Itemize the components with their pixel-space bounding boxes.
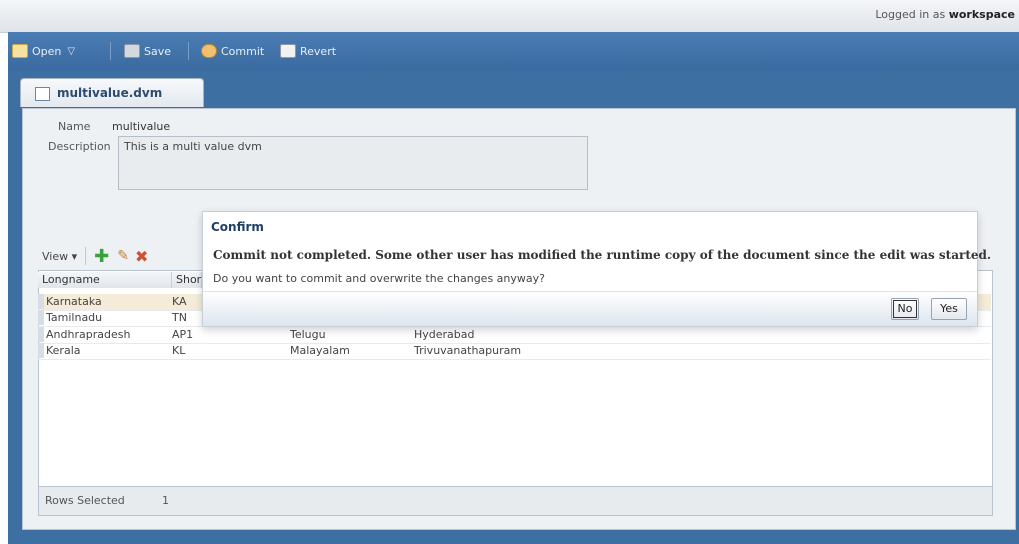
row-handle	[38, 343, 44, 358]
cell-longname: Kerala	[46, 344, 81, 357]
name-label: Name	[58, 120, 91, 133]
main-toolbar: Open ▽ Save Commit Revert	[8, 32, 1019, 70]
edit-icon[interactable]: ✎	[117, 248, 129, 264]
cell-capital: Hyderabad	[414, 328, 475, 341]
dialog-footer: No Yes	[203, 291, 977, 326]
table-icon	[35, 87, 50, 101]
rows-selected-value: 1	[162, 494, 169, 507]
login-user: workspace	[948, 8, 1015, 21]
dialog-question: Do you want to commit and overwrite the …	[213, 272, 545, 285]
yes-button[interactable]: Yes	[931, 298, 967, 320]
toolbar-divider	[85, 247, 87, 265]
table-row[interactable]: Kerala KL Malayalam Trivuvanathapuram	[38, 343, 991, 360]
row-handle	[38, 310, 44, 325]
revert-label: Revert	[300, 44, 337, 58]
dialog-title: Confirm	[211, 220, 264, 234]
cell-longname: Tamilnadu	[46, 311, 103, 324]
view-menu-button[interactable]: View ▾	[42, 250, 77, 263]
no-button[interactable]: No	[891, 298, 919, 320]
folder-icon	[12, 44, 28, 58]
commit-button[interactable]: Commit	[201, 44, 264, 58]
delete-icon[interactable]: ✖	[135, 247, 148, 266]
cell-shortname: AP1	[172, 328, 194, 341]
column-header-shortname[interactable]: Shor	[172, 272, 202, 288]
toolbar-divider	[110, 42, 111, 60]
tab-multivalue-dvm[interactable]: multivalue.dvm	[20, 78, 204, 107]
commit-label: Commit	[221, 44, 265, 58]
table-toolbar: View ▾ ✚ ✎ ✖	[42, 244, 148, 268]
add-row-icon[interactable]: ✚	[94, 246, 109, 267]
dialog-message: Commit not completed. Some other user ha…	[213, 248, 992, 262]
revert-icon	[280, 44, 296, 58]
open-button[interactable]: Open ▽	[12, 44, 75, 58]
commit-icon	[201, 44, 217, 58]
cell-longname: Karnataka	[46, 295, 102, 308]
chevron-down-icon[interactable]: ▽	[67, 46, 75, 57]
save-icon	[124, 44, 140, 58]
save-label: Save	[144, 44, 172, 58]
cell-longname: Andhrapradesh	[46, 328, 131, 341]
cell-language: Telugu	[290, 328, 326, 341]
rows-selected-label: Rows Selected	[45, 494, 125, 507]
description-value: This is a multi value dvm	[124, 140, 262, 153]
login-status: Logged in as workspace	[875, 8, 1015, 21]
description-label: Description	[48, 140, 111, 153]
name-value: multivalue	[112, 120, 171, 133]
login-prefix: Logged in as	[875, 8, 949, 21]
top-bar: Logged in as workspace	[0, 0, 1019, 33]
revert-button[interactable]: Revert	[280, 44, 336, 58]
row-handle	[38, 327, 44, 342]
toolbar-divider	[188, 42, 189, 60]
table-row[interactable]: Andhrapradesh AP1 Telugu Hyderabad	[38, 327, 991, 344]
cell-shortname: KA	[172, 295, 187, 308]
cell-capital: Trivuvanathapuram	[414, 344, 522, 357]
save-button[interactable]: Save	[124, 44, 171, 58]
cell-shortname: KL	[172, 344, 186, 357]
tab-label: multivalue.dvm	[57, 86, 163, 100]
row-handle	[38, 294, 44, 309]
table-status-bar: Rows Selected 1	[38, 486, 993, 516]
cell-shortname: TN	[172, 311, 187, 324]
cell-language: Malayalam	[290, 344, 350, 357]
confirm-dialog: Confirm Commit not completed. Some other…	[202, 211, 991, 327]
column-header-longname[interactable]: Longname	[38, 272, 172, 288]
open-label: Open	[32, 44, 62, 58]
